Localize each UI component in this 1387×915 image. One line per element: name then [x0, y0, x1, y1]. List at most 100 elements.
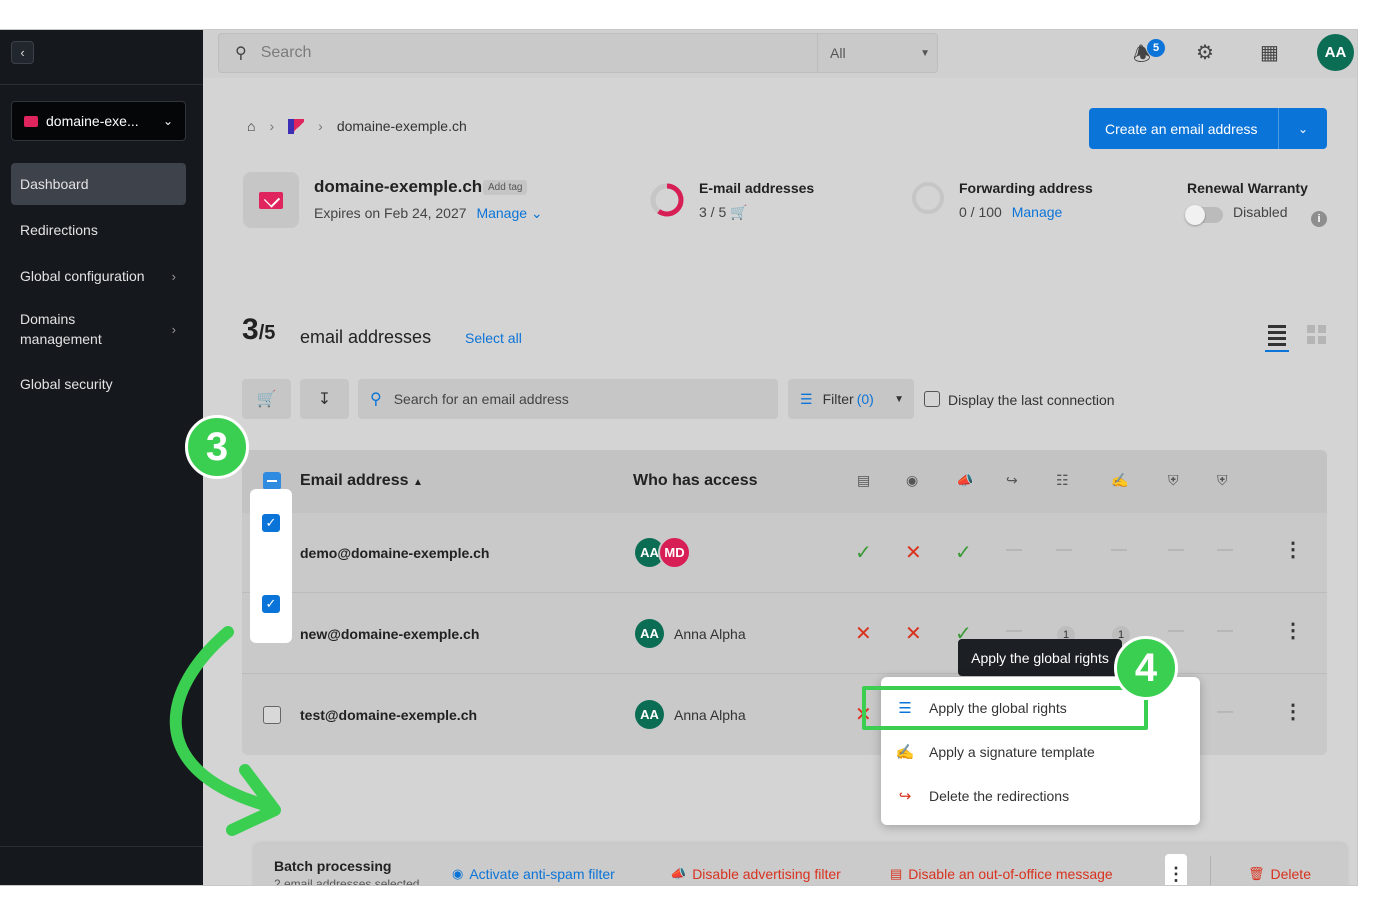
renewal-toggle[interactable]	[1185, 205, 1223, 225]
apps-grid-icon[interactable]: ▦	[1260, 40, 1279, 65]
row-menu-icon[interactable]: ⋮	[1283, 618, 1303, 643]
domain-expiry: Expires on Feb 24, 2027 Manage ⌄	[314, 205, 543, 222]
cart-icon[interactable]: 🛒	[730, 204, 747, 220]
select-all-checkbox[interactable]	[263, 472, 281, 490]
renewal-stat-title: Renewal Warranty	[1187, 180, 1308, 196]
sidebar-divider	[0, 846, 203, 847]
status-x-icon: ✕	[855, 623, 872, 645]
status-dash-icon: —	[1168, 622, 1184, 639]
email-search-input[interactable]: Search for an email address	[394, 391, 569, 407]
shield-check-icon: ⛨	[1217, 472, 1228, 488]
chevron-down-icon[interactable]: ⌄	[1279, 122, 1327, 136]
sidebar-divider	[0, 84, 203, 85]
menu-apply-signature-template[interactable]: ✍ Apply a signature template	[895, 737, 1095, 767]
sidebar-item-global-security[interactable]: Global security	[11, 364, 186, 404]
disable-out-of-office-button[interactable]: ▤ Disable an out-of-office message	[890, 866, 1113, 882]
batch-more-button[interactable]: ⋮	[1165, 854, 1187, 885]
domain-selector[interactable]: domaine-exe... ⌄	[11, 101, 186, 141]
menu-delete-redirections[interactable]: ↪ Delete the redirections	[895, 781, 1069, 811]
search-scope-select[interactable]: All ▼	[817, 34, 938, 72]
sidebar-item-redirections[interactable]: Redirections	[11, 210, 186, 250]
brand-logo-icon[interactable]	[288, 118, 305, 134]
import-button[interactable]: ↧	[300, 379, 349, 419]
domain-name: domaine-exemple.ch	[314, 177, 483, 196]
sidebar-item-label: Dashboard	[20, 176, 89, 192]
row-checkbox[interactable]: ✓	[262, 514, 280, 532]
email-search-field[interactable]: ⚲ Search for an email address	[358, 379, 778, 419]
filter-count: (0)	[856, 391, 874, 407]
status-check-icon: ✓	[955, 542, 972, 564]
status-dash-icon: —	[1111, 541, 1127, 558]
row-email[interactable]: new@domaine-exemple.ch	[300, 626, 479, 642]
antispam-icon: ◉	[906, 472, 919, 488]
chevron-right-icon: ›	[171, 268, 176, 284]
toggle-knob	[1185, 205, 1205, 225]
app-window: ‹ domaine-exe... ⌄ Dashboard Redirection…	[0, 30, 1357, 885]
email-usage-donut	[650, 183, 684, 217]
trash-icon: 🗑	[1248, 866, 1265, 881]
avatar: MD	[658, 536, 691, 569]
add-tag-button[interactable]: Add tag	[483, 180, 528, 195]
email-stat-value: 3 / 5 🛒	[699, 204, 748, 220]
forwarding-usage-donut	[912, 182, 944, 214]
forwarding-stat-title: Forwarding address	[959, 180, 1093, 196]
sidebar-item-global-configuration[interactable]: Global configuration ›	[11, 256, 186, 296]
row-email[interactable]: demo@domaine-exemple.ch	[300, 545, 489, 561]
status-dash-icon: —	[1217, 703, 1233, 720]
email-count: 3/5	[242, 313, 276, 346]
table-row[interactable]: demo@domaine-exemple.ch AA MD ✓ ✕ ✓ — — …	[242, 513, 1327, 593]
create-email-label: Create an email address	[1105, 120, 1258, 137]
batch-delete-button[interactable]: 🗑 Delete	[1248, 866, 1311, 882]
row-menu-icon[interactable]: ⋮	[1283, 537, 1303, 562]
import-icon: ↧	[317, 391, 332, 408]
select-all-link[interactable]: Select all	[465, 330, 522, 346]
row-email[interactable]: test@domaine-exemple.ch	[300, 707, 477, 723]
row-menu-icon[interactable]: ⋮	[1283, 699, 1303, 724]
disable-advertising-button[interactable]: 📣 Disable advertising filter	[670, 866, 841, 882]
global-search[interactable]: ⚲ Search All ▼	[218, 33, 938, 73]
display-last-connection-label: Display the last connection	[948, 392, 1115, 408]
info-icon[interactable]: i	[1311, 211, 1327, 227]
menu-highlight-annotation	[862, 686, 1148, 730]
sidebar-item-label: Redirections	[20, 222, 98, 238]
filter-button[interactable]: ☰ Filter (0) ▼	[788, 379, 914, 419]
sidebar-item-dashboard[interactable]: Dashboard	[11, 163, 186, 205]
breadcrumb-current: domaine-exemple.ch	[336, 118, 467, 134]
display-last-connection-checkbox[interactable]	[924, 391, 940, 407]
caret-down-icon: ▼	[894, 393, 904, 405]
manage-domain-link[interactable]: Manage ⌄	[476, 205, 542, 221]
hierarchy-icon: ☷	[1056, 472, 1069, 488]
renewal-state: Disabled	[1233, 204, 1288, 220]
access-person: Anna Alpha	[674, 626, 746, 642]
list-view-toggle[interactable]	[1265, 322, 1289, 352]
batch-title: Batch processing	[274, 858, 392, 874]
sidebar-item-domains-management[interactable]: Domains management ›	[11, 302, 186, 356]
status-dash-icon: —	[1217, 622, 1233, 639]
col-email-header[interactable]: Email address ▲	[300, 472, 423, 490]
grid-view-toggle[interactable]	[1307, 325, 1327, 345]
sidebar-item-label: Global configuration	[20, 268, 145, 284]
gear-icon[interactable]: ⚙	[1196, 40, 1214, 65]
status-dash-icon: —	[1006, 622, 1022, 639]
status-x-icon: ✕	[905, 542, 922, 564]
order-cart-button[interactable]: 🛒	[242, 379, 291, 419]
breadcrumb: ⌂ › › domaine-exemple.ch	[247, 118, 467, 134]
user-avatar[interactable]: AA	[1317, 34, 1354, 71]
out-of-office-icon: ▤	[890, 866, 903, 881]
home-icon[interactable]: ⌂	[247, 118, 255, 134]
status-dash-icon: —	[1006, 541, 1022, 558]
cart-icon: 🛒	[256, 391, 277, 408]
out-of-office-icon: ▤	[857, 472, 871, 488]
collapse-sidebar-button[interactable]: ‹	[11, 41, 34, 64]
search-input[interactable]: Search	[261, 44, 312, 62]
manage-forwarding-link[interactable]: Manage	[1012, 204, 1063, 220]
advertising-icon: 📣	[670, 866, 687, 881]
annotation-arrow	[169, 626, 281, 836]
status-dash-icon: —	[1056, 541, 1072, 558]
row-checkbox[interactable]: ✓	[262, 595, 280, 613]
activate-antispam-button[interactable]: ◉ Activate anti-spam filter	[452, 866, 615, 882]
notification-badge: 5	[1147, 39, 1165, 57]
mail-icon	[24, 115, 38, 127]
signature-icon: ✍	[1111, 472, 1129, 488]
create-email-button[interactable]: Create an email address ⌄	[1089, 108, 1327, 149]
